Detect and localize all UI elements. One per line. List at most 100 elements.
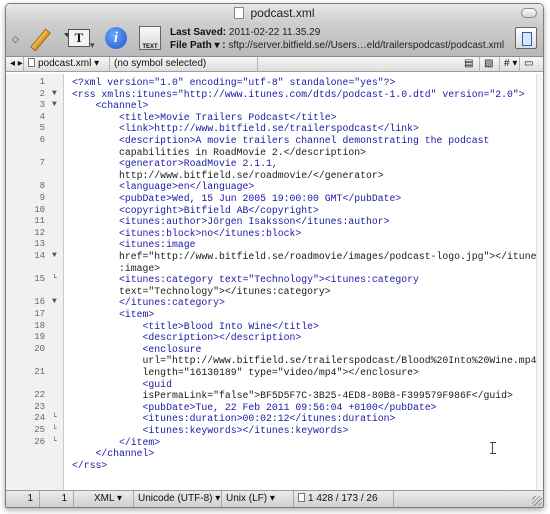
code-line[interactable]: <pubDate>Tue, 22 Feb 2011 09:56:04 +0100… bbox=[72, 402, 437, 414]
line-number: 1 bbox=[39, 77, 45, 87]
vertical-scrollbar[interactable] bbox=[536, 74, 543, 490]
line-number: 26 bbox=[34, 436, 45, 447]
status-bar: 1 1 XML ▾ Unicode (UTF-8) ▾ Unix (LF) ▾ … bbox=[6, 490, 543, 507]
code-line[interactable]: href="http://www.bitfield.se/roadmovie/i… bbox=[72, 251, 542, 263]
line-number: 14 bbox=[34, 251, 45, 261]
hash-popup[interactable]: # ▾ bbox=[500, 57, 520, 72]
line-number: 21 bbox=[34, 367, 45, 377]
last-saved-value: 2011-02-22 11.35.29 bbox=[228, 27, 321, 38]
line-number: 3 bbox=[39, 100, 45, 111]
line-number: 18 bbox=[34, 320, 45, 331]
code-line[interactable]: <title>Movie Trailers Podcast</title> bbox=[72, 112, 337, 124]
code-line[interactable]: <itunes:author>Jörgen Isaksson</itunes:a… bbox=[72, 216, 389, 228]
toolbar: ◇ T ▾ i TEXT Last Saved: 2011-02-22 11.3… bbox=[6, 22, 543, 57]
code-line[interactable]: capabilities in RoadMovie 2.</descriptio… bbox=[72, 147, 366, 159]
code-line[interactable]: text="Technology"></itunes:category> bbox=[72, 286, 331, 298]
fold-toggle-icon[interactable]: ▼ bbox=[52, 100, 57, 109]
code-line[interactable]: <itunes:image bbox=[72, 239, 195, 251]
code-area[interactable]: <?xml version="1.0" encoding="utf-8" sta… bbox=[68, 74, 542, 490]
code-line[interactable]: isPermaLink="false">BF5D5F7C-3B25-4ED8-8… bbox=[72, 390, 513, 402]
text-options-icon[interactable]: T bbox=[68, 29, 90, 47]
code-line[interactable]: <itunes:category text="Technology"><itun… bbox=[72, 274, 419, 286]
pencil-button[interactable] bbox=[26, 25, 77, 53]
code-line[interactable]: <language>en</language> bbox=[72, 181, 254, 193]
code-line[interactable]: <itunes:keywords></itunes:keywords> bbox=[72, 425, 349, 437]
document-icon bbox=[234, 7, 245, 19]
code-line[interactable]: </rss> bbox=[72, 460, 107, 472]
line-number: 6 bbox=[39, 135, 45, 145]
code-line[interactable]: <enclosure bbox=[72, 344, 202, 356]
stats-document-icon bbox=[298, 493, 305, 502]
line-number: 15 bbox=[34, 274, 45, 285]
language-popup[interactable]: XML ▾ bbox=[90, 491, 134, 507]
split-window-icon[interactable] bbox=[515, 27, 537, 49]
code-line[interactable]: </channel> bbox=[72, 448, 155, 460]
line-number: 22 bbox=[34, 390, 45, 401]
file-path-value: sftp://server.bitfield.se//Users…eld/tra… bbox=[228, 40, 505, 51]
code-line[interactable]: <description></description> bbox=[72, 332, 302, 344]
fold-toggle-icon[interactable]: └ bbox=[52, 425, 57, 434]
code-line[interactable]: url="http://www.bitfield.se/trailerspodc… bbox=[72, 355, 543, 367]
nav-back-forward[interactable]: ◂ ▸ bbox=[6, 57, 24, 72]
window-title: podcast.xml bbox=[250, 6, 315, 20]
code-line[interactable]: <?xml version="1.0" encoding="utf-8" sta… bbox=[72, 77, 395, 89]
editor-window: podcast.xml ◇ T ▾ i TEXT Last Saved: 201… bbox=[5, 3, 544, 508]
code-line[interactable]: <title>Blood Into Wine</title> bbox=[72, 321, 319, 333]
code-line[interactable]: <copyright>Bitfield AB</copyright> bbox=[72, 205, 319, 217]
column-number-status[interactable]: 1 bbox=[40, 491, 74, 507]
code-line[interactable]: <item> bbox=[72, 309, 154, 321]
code-line[interactable]: http://www.bitfield.se/roadmovie/</gener… bbox=[72, 170, 384, 182]
line-number: 5 bbox=[39, 123, 45, 134]
code-line[interactable]: </item> bbox=[72, 437, 160, 449]
line-endings-popup[interactable]: Unix (LF) ▾ bbox=[222, 491, 294, 507]
fold-toggle-icon[interactable]: └ bbox=[52, 437, 57, 446]
code-line[interactable]: <guid bbox=[72, 379, 172, 391]
bookmark-icon[interactable]: ▤ bbox=[460, 57, 480, 72]
line-number-status[interactable]: 1 bbox=[6, 491, 40, 507]
line-number: 23 bbox=[34, 401, 45, 412]
line-number: 4 bbox=[39, 111, 45, 122]
line-number-gutter: 1 2 3 4 5 6 7 8 9 10 11 12 13 14 15 16 17 18 19 20 21 22 23 24 2… bbox=[6, 74, 64, 490]
fold-toggle-icon[interactable]: └ bbox=[52, 274, 57, 283]
line-number: 9 bbox=[39, 193, 45, 203]
fold-toggle-icon[interactable]: ▼ bbox=[52, 251, 57, 260]
code-line[interactable]: <channel> bbox=[72, 100, 149, 112]
line-number: 17 bbox=[34, 309, 45, 319]
code-line[interactable]: <rss xmlns:itunes="http://www.itunes.com… bbox=[72, 89, 525, 101]
code-line[interactable]: <link>http://www.bitfield.se/trailerspod… bbox=[72, 123, 419, 135]
info-icon[interactable]: i bbox=[105, 27, 127, 49]
split-toggle-icon[interactable]: ▭ bbox=[520, 57, 543, 72]
file-icon bbox=[28, 58, 35, 67]
code-line[interactable]: <itunes:block>no</itunes:block> bbox=[72, 228, 301, 240]
code-line[interactable]: length="16130189" type="video/mp4"></enc… bbox=[72, 367, 419, 379]
file-popup[interactable]: podcast.xml ▾ bbox=[24, 57, 110, 72]
code-line[interactable]: <generator>RoadMovie 2.1.1, bbox=[72, 158, 278, 170]
code-line[interactable]: <pubDate>Wed, 15 Jun 2005 19:00:00 GMT</… bbox=[72, 193, 401, 205]
code-line[interactable]: <description>A movie trailers channel de… bbox=[72, 135, 489, 147]
file-path-label[interactable]: File Path ▾ : bbox=[170, 40, 226, 51]
encoding-popup[interactable]: Unicode (UTF-8) ▾ bbox=[134, 491, 222, 507]
counterpart-icon[interactable]: ▧ bbox=[480, 57, 500, 72]
fold-toggle-icon[interactable]: ▼ bbox=[52, 297, 57, 306]
resize-grip-icon[interactable] bbox=[532, 496, 542, 506]
code-line[interactable]: <itunes:duration>00:02:12</itunes:durati… bbox=[72, 413, 396, 425]
line-number: 11 bbox=[34, 216, 45, 227]
code-editor[interactable]: 1 2 3 4 5 6 7 8 9 10 11 12 13 14 15 16 17 18 19 20 21 22 23 24 2… bbox=[6, 74, 543, 490]
line-number: 10 bbox=[34, 204, 45, 215]
code-line[interactable]: </itunes:category> bbox=[72, 297, 225, 309]
line-number: 19 bbox=[34, 332, 45, 343]
last-saved-label: Last Saved: bbox=[170, 27, 227, 38]
chevron-down-icon[interactable]: ▾ bbox=[90, 40, 95, 51]
line-number: 2 bbox=[39, 88, 45, 99]
fold-toggle-icon[interactable]: ▼ bbox=[52, 89, 57, 98]
text-book-icon[interactable]: TEXT bbox=[139, 26, 161, 50]
toolbar-toggle-button[interactable] bbox=[521, 8, 537, 18]
code-line[interactable]: :image> bbox=[72, 263, 160, 275]
line-number: 8 bbox=[39, 181, 45, 192]
fold-toggle-icon[interactable]: └ bbox=[52, 413, 57, 422]
symbol-popup[interactable]: (no symbol selected) bbox=[110, 57, 258, 72]
file-info: Last Saved: 2011-02-22 11.35.29 File Pat… bbox=[170, 26, 504, 52]
chevron-down-icon: ▾ bbox=[94, 58, 100, 69]
line-number: 12 bbox=[34, 227, 45, 238]
diamond-icon[interactable]: ◇ bbox=[12, 34, 19, 45]
